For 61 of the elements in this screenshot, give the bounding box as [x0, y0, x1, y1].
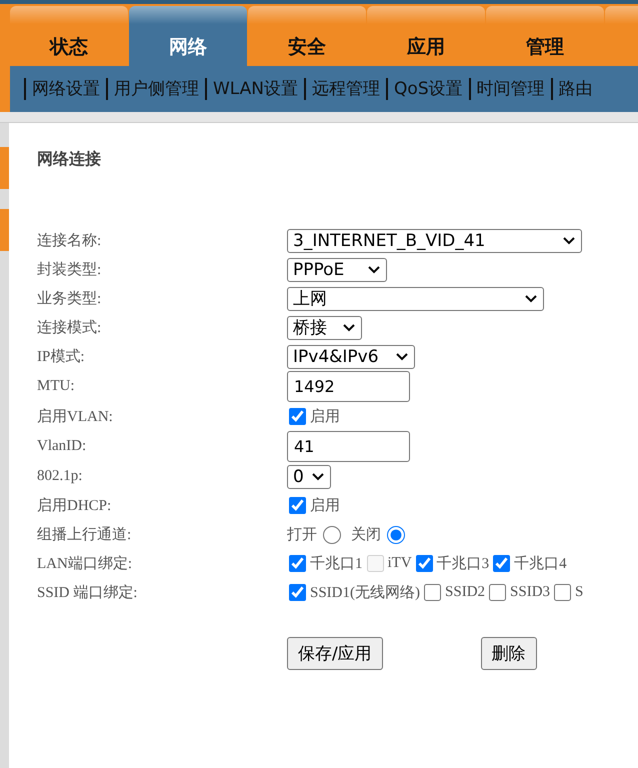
nav-tab[interactable]: 网络 [129, 6, 247, 66]
checkbox[interactable] [416, 555, 433, 572]
subnav-link[interactable]: 用户侧管理 [106, 78, 205, 100]
checkbox-label: 千兆口4 [514, 554, 567, 573]
field-label: 802.1p: [37, 468, 84, 485]
checkbox[interactable] [424, 584, 442, 601]
field-label: MTU: [37, 378, 76, 395]
subnav-link[interactable]: 路由 [550, 78, 599, 100]
action-button[interactable]: 删除 [480, 637, 537, 670]
checkbox-label: SSID2 [445, 584, 486, 601]
field-label: IP模式: [37, 348, 86, 366]
field-label: VlanID: [37, 438, 88, 455]
dropdown[interactable]: IPv4&IPv6 [287, 344, 415, 368]
radio-label: 关闭 [351, 526, 381, 544]
dropdown[interactable]: 0 [287, 464, 331, 488]
dropdown[interactable]: 桥接 [287, 316, 362, 340]
field-label: 业务类型: [37, 290, 102, 308]
checkbox-label: 千兆口1 [310, 554, 362, 573]
checkbox[interactable] [289, 408, 306, 425]
field-label: LAN端口绑定: [37, 554, 133, 573]
dropdown[interactable]: PPPoE [287, 258, 387, 282]
field-label: SSID 端口绑定: [37, 583, 138, 602]
chevron-down-icon [563, 236, 575, 244]
checkbox-label: SSID1(无线网络) [310, 584, 420, 602]
field-label: 组播上行通道: [37, 526, 132, 544]
checkbox-label: iTV [388, 555, 412, 572]
radio-label: 打开 [287, 526, 317, 544]
subnav-link[interactable]: WLAN设置 [205, 78, 304, 100]
chevron-down-icon [396, 352, 408, 360]
checkbox[interactable] [289, 555, 306, 572]
checkbox-label: SSID3 [510, 584, 550, 601]
section-title: 网络连接 [37, 149, 102, 170]
radio-button[interactable] [323, 526, 341, 544]
subnav-link[interactable]: 远程管理 [304, 78, 386, 100]
chevron-down-icon [525, 294, 537, 302]
field-label: 封装类型: [37, 260, 102, 279]
dropdown[interactable]: 3_INTERNET_B_VID_41 [287, 228, 582, 252]
subnav-link[interactable]: 网络设置 [24, 78, 106, 100]
chevron-down-icon [312, 472, 324, 480]
action-button[interactable]: 保存/应用 [287, 637, 383, 670]
radio-button[interactable] [387, 526, 405, 544]
chevron-down-icon [368, 266, 380, 274]
checkbox-label: 启用 [310, 407, 340, 426]
field-label: 连接模式: [37, 318, 102, 337]
field-label: 启用VLAN: [37, 407, 114, 426]
field-label: 启用DHCP: [37, 496, 112, 515]
subnav-link[interactable]: QoS设置 [386, 78, 469, 100]
checkbox[interactable] [289, 497, 306, 514]
subnav-link[interactable]: 时间管理 [468, 78, 551, 100]
checkbox[interactable] [493, 555, 510, 572]
checkbox-label: 千兆口3 [436, 554, 490, 573]
checkbox[interactable] [554, 584, 572, 601]
input-field[interactable]: 41 [287, 431, 410, 462]
field-label: 连接名称: [37, 232, 102, 250]
checkbox[interactable] [489, 584, 506, 601]
checkbox-label: 启用 [310, 496, 340, 515]
input-field[interactable]: 1492 [287, 371, 410, 402]
checkbox[interactable] [289, 584, 306, 601]
chevron-down-icon [343, 324, 355, 332]
checkbox-label: S [575, 584, 584, 601]
dropdown[interactable]: 上网 [287, 286, 544, 310]
